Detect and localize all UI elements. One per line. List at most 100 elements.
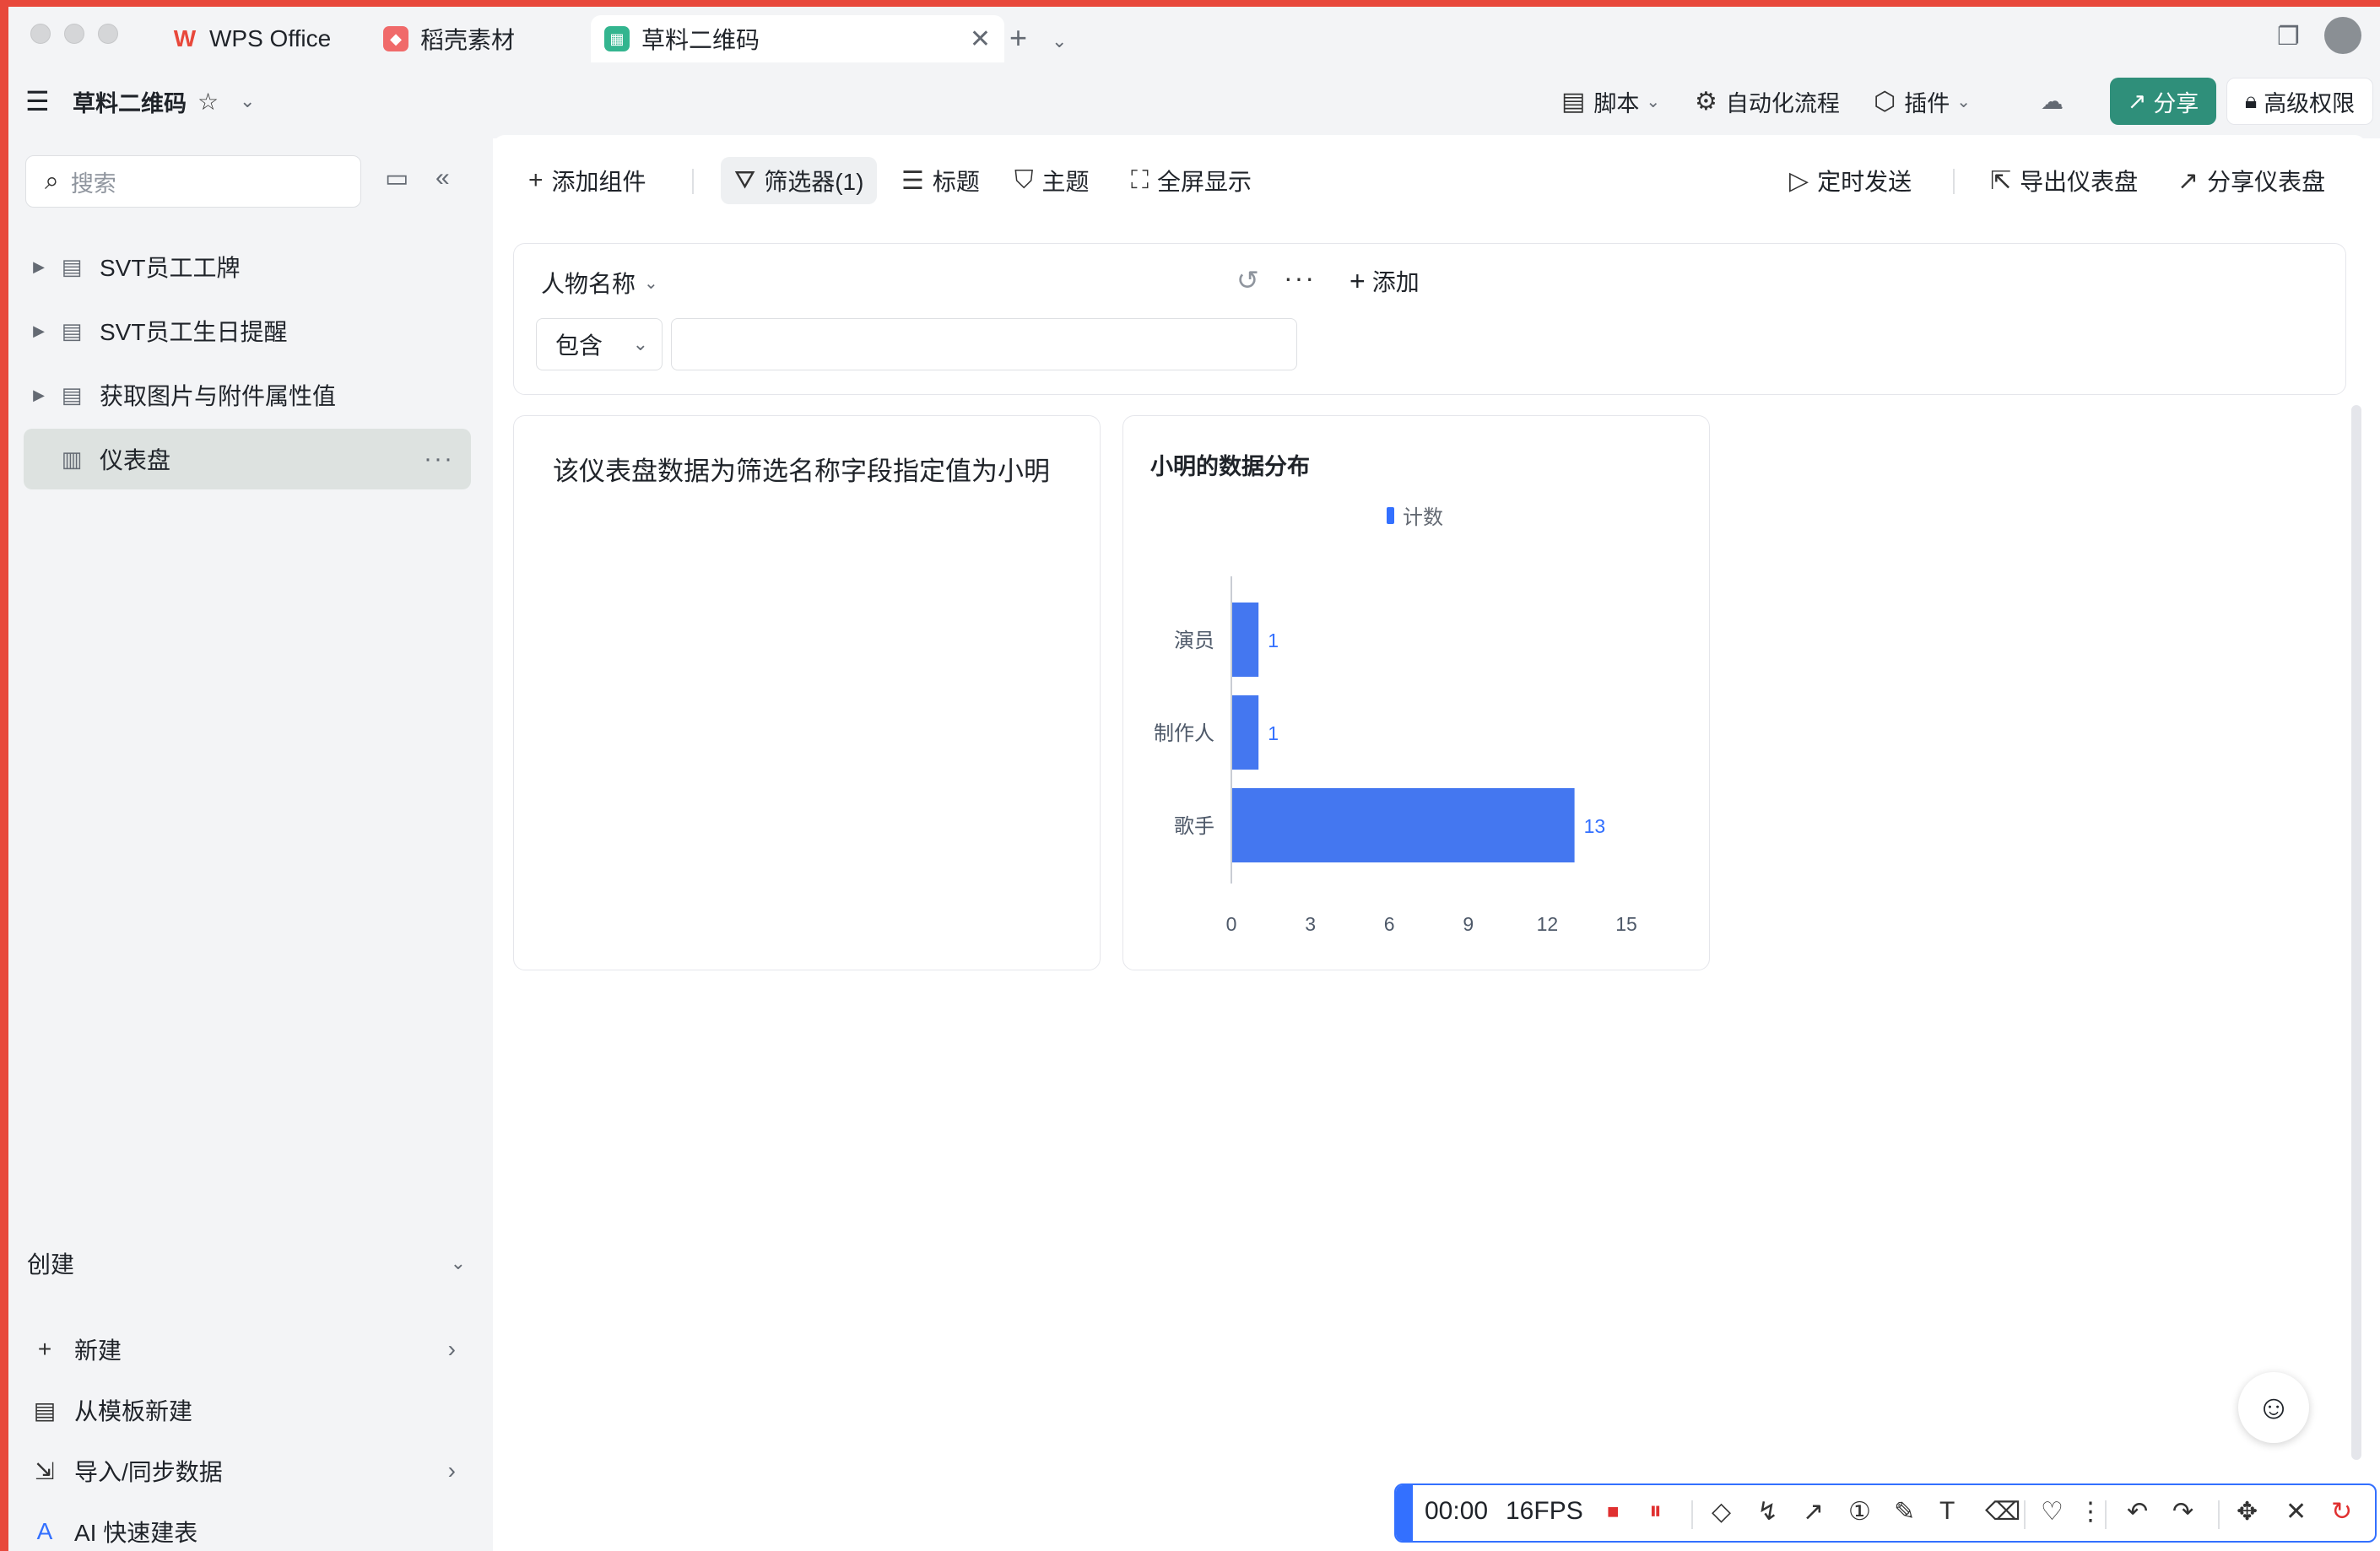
sidebar: ⌕ 搜索 ▭ « ▶ ▤ SVT员工工牌 ▶ ▤ SVT员工生日提醒 ▶ ▤ 获…: [8, 138, 493, 1551]
x-tick-label: 3: [1305, 913, 1316, 935]
title-label: 标题: [932, 169, 980, 195]
stop-record-icon[interactable]: ■: [1607, 1500, 1620, 1524]
script-menu[interactable]: ▤ 脚本 ⌄: [1561, 64, 1660, 138]
tab-caoliao[interactable]: ▦ 草料二维码 ✕: [591, 15, 1004, 62]
tab-docer[interactable]: ◆ 稻壳素材: [383, 15, 515, 62]
chevron-right-icon: ›: [447, 1457, 456, 1483]
redo-icon[interactable]: ↷: [2172, 1497, 2193, 1527]
assistant-avatar-icon[interactable]: ☺: [2238, 1372, 2309, 1443]
filter-icon: ⛛: [734, 166, 756, 194]
sidebar-item-label: SVT员工生日提醒: [100, 319, 288, 345]
automation-button[interactable]: ⚙ 自动化流程: [1695, 64, 1840, 138]
menu-icon[interactable]: ☰: [25, 64, 50, 138]
import-sync-button[interactable]: ⇲ 导入/同步数据 ›: [32, 1443, 466, 1499]
window-layout-icon[interactable]: ❐: [2277, 22, 2300, 51]
filter-label: 筛选器(1): [764, 169, 864, 195]
filter-operator-select[interactable]: 包含 ⌄: [536, 318, 663, 370]
create-new-button[interactable]: + 新建 ›: [32, 1321, 466, 1377]
zoom-window-button[interactable]: [98, 24, 118, 44]
restart-record-icon[interactable]: ↻: [2331, 1497, 2352, 1527]
create-from-template-button[interactable]: ▤ 从模板新建: [32, 1382, 466, 1438]
tab-list-chevron-icon[interactable]: ⌄: [1052, 30, 1067, 52]
chevron-down-icon: ⌄: [632, 333, 648, 354]
docer-logo-icon: ◆: [383, 26, 408, 51]
expand-caret-icon[interactable]: ▶: [24, 386, 54, 404]
more-icon[interactable]: ···: [1284, 262, 1316, 294]
filter-value-input[interactable]: [671, 318, 1297, 370]
close-window-button[interactable]: [30, 24, 51, 44]
close-icon[interactable]: ✕: [2285, 1497, 2307, 1527]
chart-widget[interactable]: 小明的数据分布 计数 演员 1 制作人 1 歌手 13 0 3 6 9 12 15: [1122, 415, 1710, 970]
export-dashboard-button[interactable]: ⇱ 导出仪表盘: [1990, 157, 2138, 204]
recorder-fps: 16FPS: [1506, 1497, 1583, 1525]
cloud-sync-icon[interactable]: ☁: [2041, 64, 2064, 138]
ai-quick-table-button[interactable]: A AI 快速建表: [32, 1504, 466, 1551]
x-tick-label: 12: [1537, 913, 1559, 935]
reset-icon[interactable]: ↺: [1236, 264, 1259, 296]
window-frame-top: [0, 0, 2380, 7]
close-tab-icon[interactable]: ✕: [970, 24, 991, 54]
plugin-menu[interactable]: ⬡ 插件 ⌄: [1874, 64, 1971, 138]
text-tool-icon[interactable]: T: [1939, 1497, 1955, 1526]
filter-field-select[interactable]: 人物名称 ⌄: [541, 266, 658, 300]
sidebar-item-svt-badge[interactable]: ▶ ▤ SVT员工工牌: [24, 236, 471, 297]
more-icon[interactable]: ⋮: [2078, 1497, 2103, 1527]
plugin-label: 插件: [1904, 90, 1950, 116]
polyline-tool-icon[interactable]: ↯: [1757, 1497, 1778, 1527]
undo-icon[interactable]: ↶: [2127, 1497, 2148, 1527]
advanced-permission-button[interactable]: 🔒︎ 高级权限: [2226, 78, 2373, 125]
fullscreen-button[interactable]: ⛶ 全屏显示: [1131, 157, 1252, 204]
tab-wps-office[interactable]: W WPS Office: [172, 15, 331, 62]
title-button[interactable]: ☰ 标题: [901, 157, 980, 204]
expand-caret-icon[interactable]: ▶: [24, 258, 54, 276]
recorder-drag-handle[interactable]: [1396, 1485, 1413, 1541]
share-dashboard-label: 分享仪表盘: [2207, 169, 2326, 195]
fullscreen-label: 全屏显示: [1157, 169, 1252, 195]
sidebar-item-label: SVT员工工牌: [100, 255, 241, 281]
dashboard-toolbar: + 添加组件 ⛛ 筛选器(1) ☰ 标题 ⛉ 主题 ⛶ 全屏显示 ▷ 定时发送 …: [493, 135, 2366, 226]
theme-button[interactable]: ⛉ 主题: [1014, 157, 1090, 204]
shape-tool-icon[interactable]: ◇: [1712, 1497, 1731, 1527]
vertical-scrollbar[interactable]: [2351, 405, 2361, 1460]
more-icon[interactable]: ···: [424, 445, 454, 473]
table-icon: ▤: [61, 381, 83, 408]
sidebar-view-icon[interactable]: ▭: [385, 164, 408, 193]
spotlight-icon[interactable]: ♡: [2041, 1497, 2064, 1527]
filter-button[interactable]: ⛛ 筛选器(1): [721, 157, 878, 204]
text-widget[interactable]: 该仪表盘数据为筛选名称字段指定值为小明: [513, 415, 1101, 970]
bar-chart: 演员 1 制作人 1 歌手 13 0 3 6 9 12 15: [1154, 576, 1637, 935]
chart-bar: [1232, 788, 1575, 862]
pen-tool-icon[interactable]: ✎: [1894, 1497, 1915, 1527]
doc-title[interactable]: 草料二维码: [73, 64, 187, 138]
share-button[interactable]: ↗ 分享: [2110, 78, 2216, 125]
avatar[interactable]: [2324, 17, 2361, 54]
new-tab-icon[interactable]: +: [1009, 20, 1027, 56]
share-dashboard-button[interactable]: ↗ 分享仪表盘: [2177, 157, 2325, 204]
star-icon[interactable]: ☆: [197, 64, 219, 138]
pause-record-icon[interactable]: ⏸: [1649, 1497, 1662, 1526]
create-section-header[interactable]: 创建 ⌄: [27, 1235, 466, 1291]
move-icon[interactable]: ✥: [2237, 1497, 2258, 1527]
sidebar-item-dashboard[interactable]: ▥ 仪表盘 ···: [24, 429, 471, 489]
minimize-window-button[interactable]: [64, 24, 84, 44]
sidebar-item-svt-birthday[interactable]: ▶ ▤ SVT员工生日提醒: [24, 300, 471, 361]
table-icon: ▤: [61, 253, 83, 279]
lock-icon: 🔒︎: [2244, 88, 2258, 113]
number-tool-icon[interactable]: ①: [1848, 1497, 1871, 1527]
title-icon: ☰: [901, 166, 924, 195]
dashboard-icon: ▥: [61, 446, 83, 472]
arrow-tool-icon[interactable]: ↗: [1803, 1497, 1824, 1527]
add-filter-button[interactable]: + 添加: [1350, 264, 1420, 298]
y-tick-label: 歌手: [1174, 815, 1214, 838]
schedule-send-button[interactable]: ▷ 定时发送: [1789, 157, 1912, 204]
collapse-sidebar-icon[interactable]: «: [435, 164, 450, 192]
eraser-tool-icon[interactable]: ⌫: [1985, 1497, 2020, 1527]
doc-menu-chevron-icon[interactable]: ⌄: [240, 64, 255, 138]
wps-logo-icon: W: [173, 25, 197, 51]
sidebar-item-attachments[interactable]: ▶ ▤ 获取图片与附件属性值: [24, 365, 471, 425]
search-input[interactable]: ⌕ 搜索: [25, 155, 361, 208]
chevron-down-icon: ⌄: [1956, 92, 1971, 111]
add-widget-button[interactable]: + 添加组件: [528, 157, 646, 204]
plus-icon: +: [528, 166, 544, 194]
expand-caret-icon[interactable]: ▶: [24, 322, 54, 340]
